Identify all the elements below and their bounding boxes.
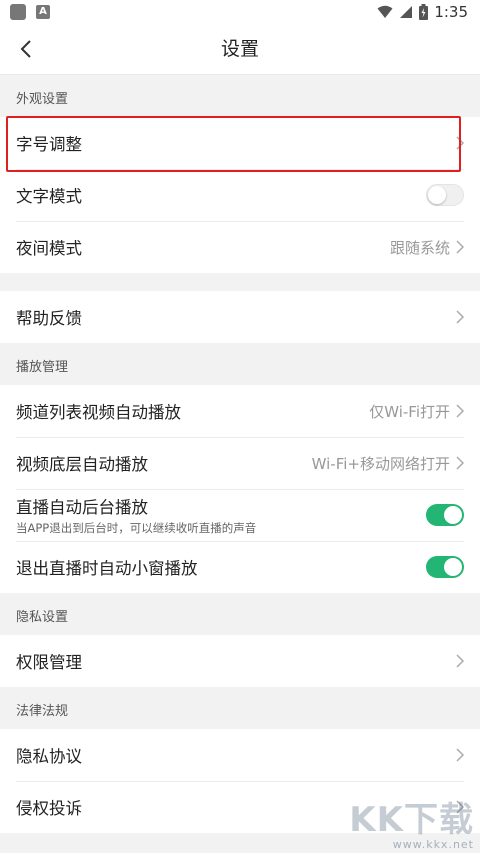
app-notification-icon <box>10 4 26 20</box>
status-time: 1:35 <box>434 3 468 21</box>
section-label-appearance: 外观设置 <box>0 75 480 117</box>
text-mode-toggle[interactable] <box>426 184 464 206</box>
chevron-right-icon <box>456 654 464 668</box>
bottom-autoplay-label: 视频底层自动播放 <box>16 455 148 474</box>
chevron-right-icon <box>456 240 464 254</box>
night-mode-label: 夜间模式 <box>16 239 82 258</box>
live-small-window-row: 退出直播时自动小窗播放 <box>0 541 480 593</box>
chevron-right-icon <box>456 136 464 150</box>
text-mode-label: 文字模式 <box>16 187 82 206</box>
live-small-window-label: 退出直播时自动小窗播放 <box>16 559 198 578</box>
a-notification-icon: A <box>36 5 50 19</box>
live-background-row: 直播自动后台播放 当APP退出到后台时，可以继续收听直播的声音 <box>0 489 480 541</box>
watermark: KK下载 www.kkx.net <box>349 802 474 851</box>
appearance-group: 字号调整 文字模式 夜间模式 跟随系统 <box>0 117 480 273</box>
live-background-desc: 当APP退出到后台时，可以继续收听直播的声音 <box>16 521 257 535</box>
feedback-label: 帮助反馈 <box>16 309 82 328</box>
chevron-right-icon <box>456 456 464 470</box>
night-mode-row[interactable]: 夜间模式 跟随系统 <box>0 221 480 273</box>
playback-group: 频道列表视频自动播放 仅Wi-Fi打开 视频底层自动播放 Wi-Fi+移动网络打… <box>0 385 480 593</box>
section-label-privacy: 隐私设置 <box>0 593 480 635</box>
page-title: 设置 <box>220 38 259 60</box>
wifi-icon <box>377 5 393 18</box>
live-background-label: 直播自动后台播放 <box>16 498 148 517</box>
live-background-toggle[interactable] <box>426 504 464 526</box>
battery-icon <box>419 4 429 20</box>
privacy-policy-label: 隐私协议 <box>16 747 82 766</box>
chevron-right-icon <box>456 748 464 762</box>
bottom-autoplay-value: Wi-Fi+移动网络打开 <box>311 454 450 473</box>
privacy-group: 权限管理 <box>0 635 480 687</box>
section-label-playback: 播放管理 <box>0 343 480 385</box>
channel-autoplay-value: 仅Wi-Fi打开 <box>369 402 450 421</box>
font-size-label: 字号调整 <box>16 135 82 154</box>
channel-autoplay-label: 频道列表视频自动播放 <box>16 403 181 422</box>
infringement-label: 侵权投诉 <box>16 799 82 818</box>
bottom-autoplay-row[interactable]: 视频底层自动播放 Wi-Fi+移动网络打开 <box>0 437 480 489</box>
status-bar: A 1:35 <box>0 0 480 24</box>
section-label-legal: 法律法规 <box>0 687 480 729</box>
permissions-row[interactable]: 权限管理 <box>0 635 480 687</box>
chevron-right-icon <box>456 310 464 324</box>
channel-autoplay-row[interactable]: 频道列表视频自动播放 仅Wi-Fi打开 <box>0 385 480 437</box>
permissions-label: 权限管理 <box>16 653 82 672</box>
help-group: 帮助反馈 <box>0 291 480 343</box>
nav-bar: 设置 <box>0 24 480 75</box>
text-mode-row: 文字模式 <box>0 169 480 221</box>
chevron-right-icon <box>456 404 464 418</box>
font-size-row[interactable]: 字号调整 <box>0 117 480 169</box>
night-mode-value: 跟随系统 <box>389 238 450 257</box>
feedback-row[interactable]: 帮助反馈 <box>0 291 480 343</box>
signal-icon <box>400 6 413 18</box>
privacy-policy-row[interactable]: 隐私协议 <box>0 729 480 781</box>
live-small-window-toggle[interactable] <box>426 556 464 578</box>
watermark-logo: KK下载 <box>349 800 474 840</box>
